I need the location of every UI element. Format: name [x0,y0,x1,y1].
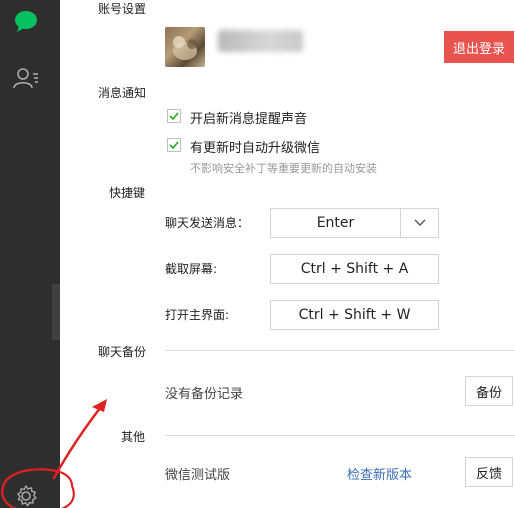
sound-checkbox-label: 开启新消息提醒声音 [190,112,308,127]
sound-checkbox[interactable] [167,109,181,123]
avatar[interactable] [165,27,205,67]
auto-update-checkbox-label: 有更新时自动升级微信 [190,141,321,156]
main-window-shortcut-label: 打开主界面: [165,308,230,322]
chevron-down-icon [414,219,425,226]
sidebar-scrollbar[interactable] [52,284,60,340]
main-window-shortcut-field[interactable]: Ctrl + Shift + W [270,300,439,330]
check-update-link[interactable]: 检查新版本 [347,464,412,483]
chat-bubble-icon[interactable] [10,5,42,37]
check-icon [169,112,179,121]
other-divider [165,435,515,436]
settings-panel: 账号设置 退出登录 消息通知 开启新消息提醒声音 有更新时自动升级微信 不影响安… [60,0,515,508]
capture-shortcut-field[interactable]: Ctrl + Shift + A [270,254,439,284]
auto-update-hint: 不影响安全补丁等重要更新的自动安装 [190,162,377,175]
gear-icon[interactable] [12,482,44,508]
send-shortcut-select[interactable]: Enter [270,208,401,238]
logout-button[interactable]: 退出登录 [444,31,514,63]
send-shortcut-dropdown[interactable] [400,208,439,238]
account-name-blurred [218,30,303,52]
section-notifications-label: 消息通知 [98,86,147,100]
backup-status: 没有备份记录 [165,387,244,402]
auto-update-checkbox[interactable] [167,138,181,152]
feedback-button[interactable]: 反馈 [465,457,513,487]
sidebar [0,0,60,508]
backup-button[interactable]: 备份 [465,376,513,406]
section-other-label: 其他 [121,430,146,444]
section-account-label: 账号设置 [98,2,147,16]
backup-divider [165,350,515,351]
section-backup-label: 聊天备份 [98,345,147,359]
section-shortcuts-label: 快捷键 [109,186,146,200]
beta-label: 微信测试版 [165,468,231,483]
check-icon [169,141,179,150]
contacts-icon[interactable] [10,62,42,94]
capture-shortcut-label: 截取屏幕: [165,262,218,276]
send-shortcut-label: 聊天发送消息： [165,216,250,230]
